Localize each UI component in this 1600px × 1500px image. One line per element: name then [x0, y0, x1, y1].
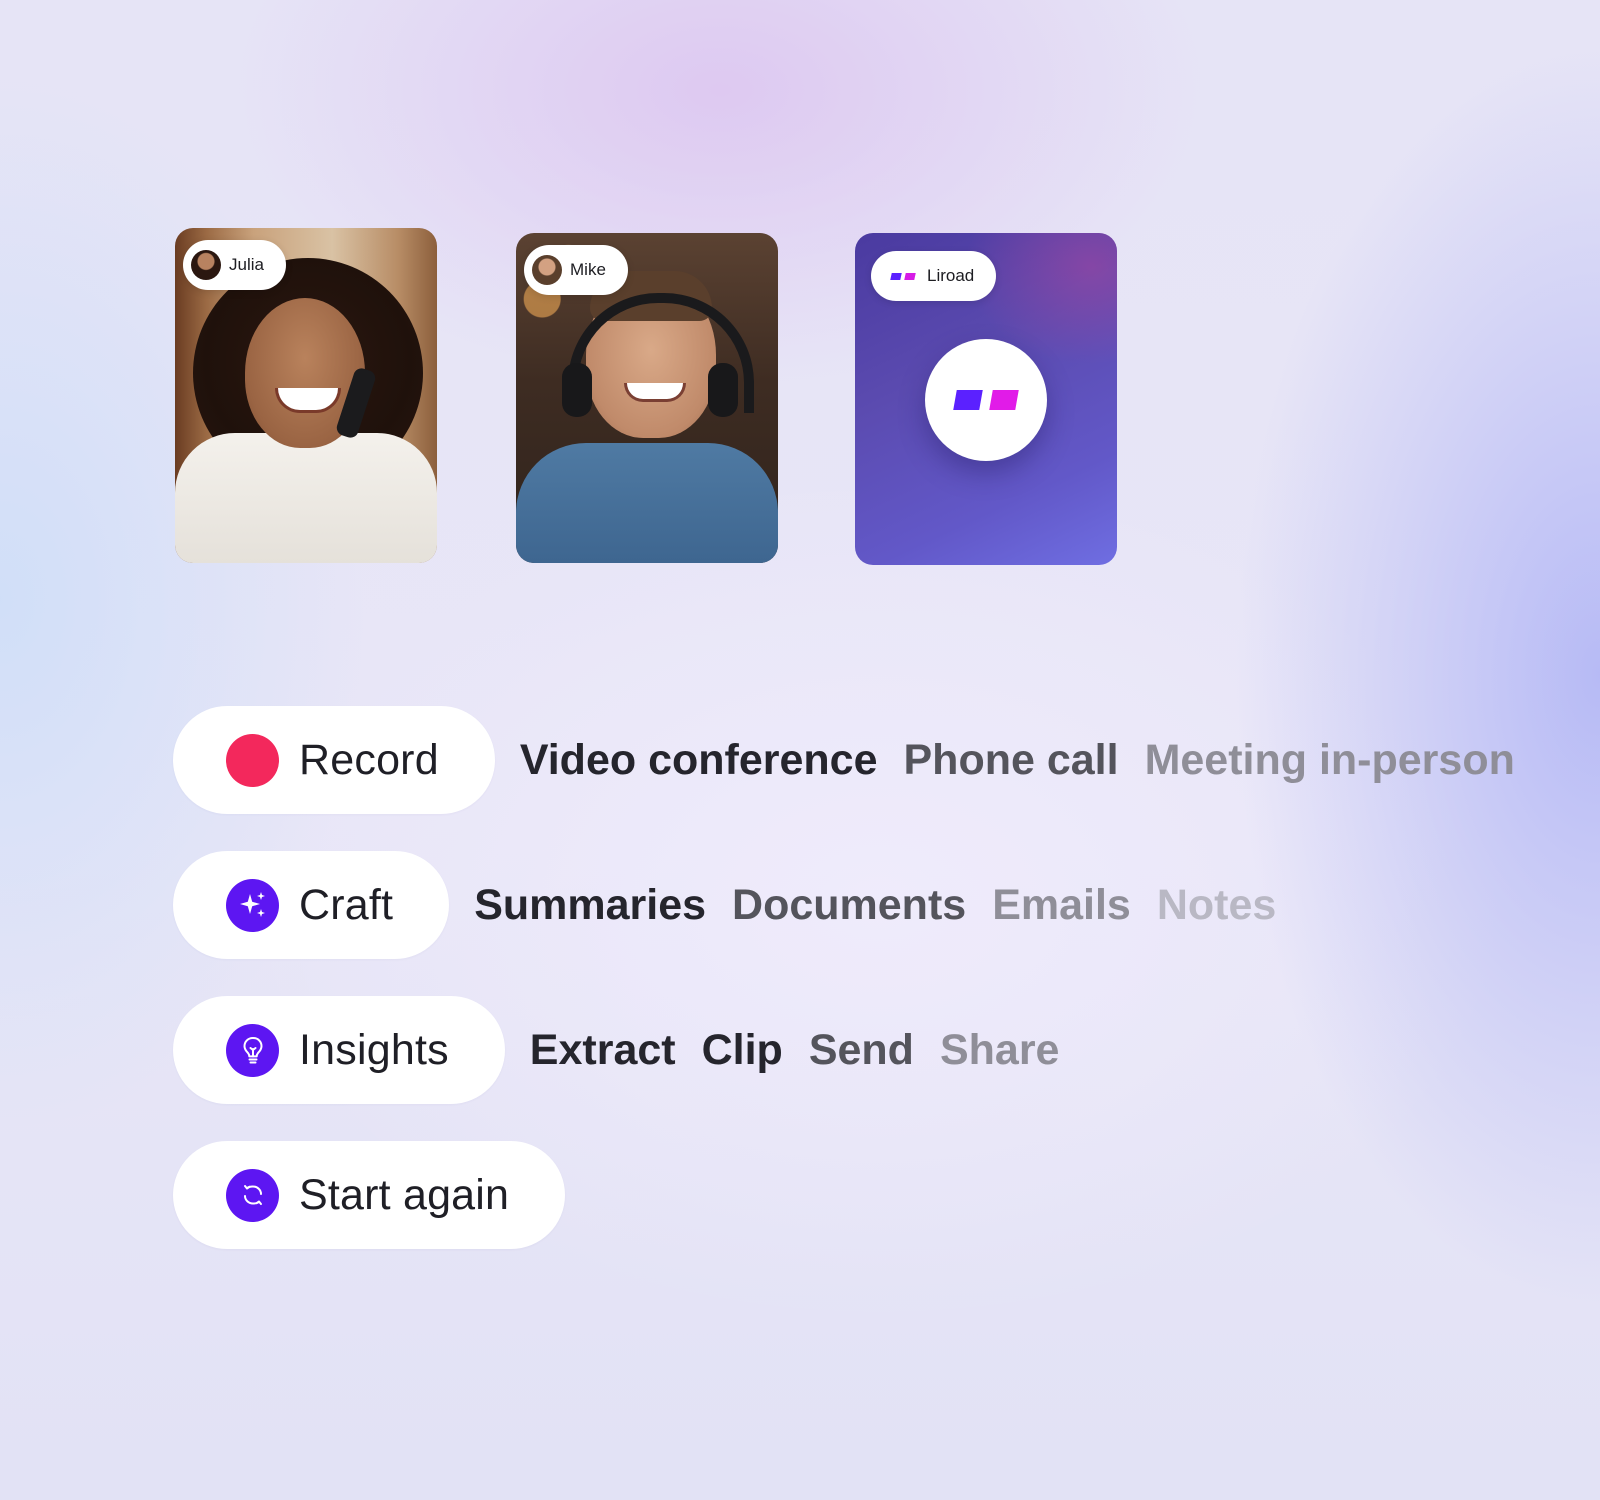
record-button[interactable]: Record — [173, 706, 495, 814]
participant-name: Liroad — [927, 266, 975, 285]
participant-name-chip: Julia — [183, 240, 286, 290]
insights-button[interactable]: Insights — [173, 996, 505, 1104]
lightbulb-icon — [226, 1023, 279, 1077]
option-notes[interactable]: Notes — [1157, 881, 1276, 930]
option-clip[interactable]: Clip — [702, 1026, 783, 1075]
option-share[interactable]: Share — [940, 1026, 1060, 1075]
action-row-record: Record Video conference Phone call Meeti… — [173, 706, 1515, 814]
participant-tile-mike[interactable]: Mike — [516, 233, 778, 563]
action-row-insights: Insights Extract Clip Send Share — [173, 996, 1059, 1104]
action-row-craft: Craft Summaries Documents Emails Notes — [173, 851, 1276, 959]
craft-button[interactable]: Craft — [173, 851, 450, 959]
option-meeting-in-person[interactable]: Meeting in-person — [1145, 736, 1515, 785]
option-send[interactable]: Send — [809, 1026, 914, 1075]
participant-name-chip: Mike — [524, 245, 628, 295]
liroad-logo-icon — [890, 272, 916, 280]
refresh-icon — [226, 1168, 279, 1222]
option-phone-call[interactable]: Phone call — [904, 736, 1119, 785]
record-label: Record — [299, 735, 439, 784]
record-options: Video conference Phone call Meeting in-p… — [520, 736, 1515, 785]
participant-name: Mike — [570, 260, 606, 279]
insights-options: Extract Clip Send Share — [530, 1026, 1060, 1075]
option-documents[interactable]: Documents — [732, 881, 966, 930]
liroad-logo-icon — [925, 339, 1047, 461]
option-video-conference[interactable]: Video conference — [520, 736, 878, 785]
participant-name: Julia — [229, 255, 264, 274]
option-summaries[interactable]: Summaries — [474, 881, 706, 930]
participant-tile-julia[interactable]: Julia — [175, 228, 437, 563]
avatar — [191, 250, 221, 280]
craft-label: Craft — [299, 880, 394, 929]
option-extract[interactable]: Extract — [530, 1026, 676, 1075]
record-dot-icon — [226, 733, 279, 787]
start-again-label: Start again — [299, 1170, 510, 1219]
avatar — [532, 255, 562, 285]
start-again-button[interactable]: Start again — [173, 1141, 566, 1249]
insights-label: Insights — [299, 1025, 449, 1074]
craft-options: Summaries Documents Emails Notes — [474, 881, 1276, 930]
participant-name-chip: Liroad — [871, 251, 997, 301]
action-row-start-again: Start again — [173, 1141, 566, 1249]
option-emails[interactable]: Emails — [992, 881, 1131, 930]
participant-tile-liroad[interactable]: Liroad — [855, 233, 1117, 565]
sparkles-icon — [226, 878, 279, 932]
